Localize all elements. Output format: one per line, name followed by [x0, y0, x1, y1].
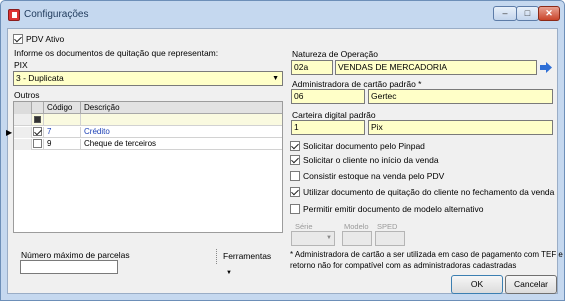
- chevron-down-icon[interactable]: ▼: [272, 72, 279, 85]
- arrow-right-icon[interactable]: [540, 62, 552, 73]
- table-row[interactable]: 9 Cheque de terceiros: [14, 139, 282, 150]
- maximize-button[interactable]: □: [516, 6, 539, 21]
- serie-label: Série: [295, 222, 313, 231]
- carteira-desc-input[interactable]: Pix: [368, 120, 553, 135]
- filter-descricao-cell[interactable]: [81, 114, 282, 125]
- dialog-body: PDV Ativo Informe os documentos de quita…: [6, 28, 565, 294]
- option-label-modelo-alternativo: Permitir emitir documento de modelo alte…: [303, 204, 484, 214]
- app-icon: [8, 9, 20, 21]
- row-indicator: [14, 139, 32, 150]
- grid-filter-row[interactable]: [14, 114, 282, 126]
- current-row-arrow-icon: ▶: [6, 128, 13, 137]
- pix-select[interactable]: 3 - Duplicata ▼: [13, 71, 283, 86]
- option-checkbox-modelo-alternativo[interactable]: [290, 204, 300, 214]
- max-parcelas-label: Número máximo de parcelas: [21, 250, 130, 260]
- carteira-label: Carteira digital padrão: [292, 110, 376, 120]
- option-label-quitacao: Utilizar documento de quitação do client…: [303, 187, 555, 197]
- window-title: Configurações: [24, 9, 89, 20]
- pix-label: PIX: [14, 60, 28, 70]
- pdv-ativo-label: PDV Ativo: [26, 34, 65, 44]
- option-label-estoque: Consistir estoque na venda pelo PDV: [303, 171, 445, 181]
- option-checkbox-estoque[interactable]: [290, 171, 300, 181]
- filter-check-icon[interactable]: [34, 116, 41, 123]
- admin-desc-input[interactable]: Gertec: [368, 89, 553, 104]
- serie-select: ▼: [291, 231, 335, 246]
- codigo-column-header[interactable]: Código: [44, 102, 81, 114]
- descricao-column-header[interactable]: Descrição: [81, 102, 282, 114]
- minimize-button[interactable]: –: [493, 6, 517, 21]
- row-indicator: [14, 127, 32, 138]
- option-label-pinpad: Solicitar documento pelo Pinpad: [303, 141, 425, 151]
- filter-codigo-cell[interactable]: [44, 114, 81, 125]
- row-checkbox[interactable]: [33, 139, 42, 148]
- close-button[interactable]: ✕: [538, 6, 560, 21]
- informe-label: Informe os documentos de quitação que re…: [14, 48, 219, 58]
- option-checkbox-cliente[interactable]: [290, 155, 300, 165]
- carteira-code-input[interactable]: 1: [291, 120, 365, 135]
- row-checkbox[interactable]: [33, 127, 42, 136]
- table-row[interactable]: 7 Crédito: [14, 127, 282, 138]
- row-descricao: Cheque de terceiros: [84, 139, 157, 148]
- admin-code-input[interactable]: 06: [291, 89, 365, 104]
- ferramentas-menu-button[interactable]: Ferramentas ▼: [216, 249, 282, 276]
- row-indicator-header: [14, 102, 32, 114]
- option-label-cliente: Solicitar o cliente no início da venda: [303, 155, 439, 165]
- natureza-code-input[interactable]: 02a: [291, 60, 333, 75]
- row-codigo: 9: [44, 139, 81, 150]
- natureza-desc-input[interactable]: VENDAS DE MERCADORIA: [335, 60, 537, 75]
- natureza-label: Natureza de Operação: [292, 49, 378, 59]
- modelo-label: Modelo: [344, 222, 369, 231]
- row-check-cell[interactable]: [32, 127, 44, 138]
- chevron-down-icon: ▼: [326, 235, 332, 241]
- check-column-header[interactable]: [32, 102, 44, 114]
- ok-button[interactable]: OK: [451, 275, 503, 294]
- option-checkbox-pinpad[interactable]: [290, 141, 300, 151]
- max-parcelas-input[interactable]: [20, 260, 118, 274]
- pdv-ativo-checkbox[interactable]: [13, 34, 23, 44]
- filter-check-cell[interactable]: [32, 114, 44, 125]
- row-codigo: 7: [44, 127, 81, 138]
- cancel-button[interactable]: Cancelar: [505, 275, 557, 294]
- grid-header: Código Descrição: [14, 102, 282, 114]
- outros-label: Outros: [14, 90, 40, 100]
- option-checkbox-quitacao[interactable]: [290, 187, 300, 197]
- row-descricao: Crédito: [84, 127, 110, 136]
- outros-grid[interactable]: Código Descrição 7 Crédito 9 Cheque de t…: [13, 101, 283, 233]
- sped-input: [375, 231, 405, 246]
- pix-select-value: 3 - Duplicata: [16, 73, 64, 83]
- footnote-line-1: * Administradora de cartão a ser utiliza…: [290, 250, 565, 259]
- modelo-input: [342, 231, 372, 246]
- ferramentas-label: Ferramentas: [223, 251, 272, 261]
- dropdown-arrow-icon: ▼: [226, 270, 232, 276]
- admin-label: Administradora de cartão padrão *: [292, 79, 422, 89]
- sped-label: SPED: [377, 222, 398, 231]
- configuracoes-window: Configurações – □ ✕ PDV Ativo Informe os…: [0, 0, 565, 301]
- footnote-line-2: retorno não for compatível com as admini…: [290, 261, 517, 270]
- title-bar[interactable]: Configurações – □ ✕: [1, 1, 564, 28]
- filter-row-indicator: [14, 114, 32, 125]
- row-check-cell[interactable]: [32, 139, 44, 150]
